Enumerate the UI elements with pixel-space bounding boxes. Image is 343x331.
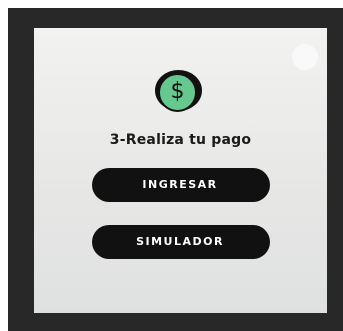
step-title: 3-Realiza tu pago bbox=[109, 132, 252, 148]
simulador-button[interactable]: SIMULADOR bbox=[92, 225, 270, 259]
corner-circle-decoration bbox=[292, 44, 318, 70]
dollar-glyph: $ bbox=[170, 79, 185, 104]
dollar-icon: $ bbox=[155, 70, 202, 112]
simulador-button-label: SIMULADOR bbox=[136, 235, 224, 248]
ingresar-button-label: INGRESAR bbox=[142, 178, 218, 191]
dollar-icon-circle: $ bbox=[158, 73, 197, 112]
ingresar-button[interactable]: INGRESAR bbox=[92, 168, 270, 202]
